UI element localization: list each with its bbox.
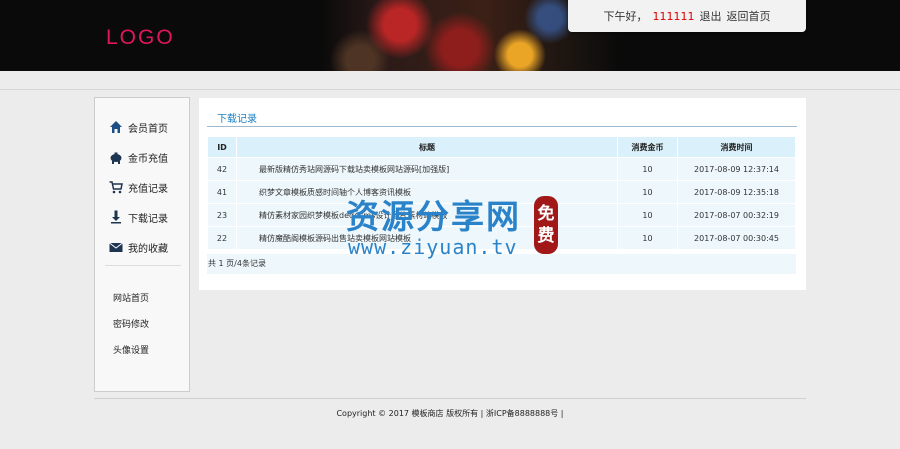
mail-icon xyxy=(109,240,123,254)
cell-time: 2017-08-09 12:37:14 xyxy=(677,157,796,181)
cell-coins: 10 xyxy=(617,226,678,250)
footer-copyright: Copyright © 2017 模板商店 版权所有 | 浙ICP备888888… xyxy=(336,409,564,418)
watermark-stamp-char: 费 xyxy=(537,226,555,246)
sidebar-link-site-home[interactable]: 网站首页 xyxy=(113,291,149,304)
sidebar-item-label: 充值记录 xyxy=(128,183,168,195)
back-home-link[interactable]: 返回首页 xyxy=(727,8,771,24)
cell-time: 2017-08-09 12:35:18 xyxy=(677,180,796,204)
cell-id: 23 xyxy=(207,203,237,227)
footer-divider xyxy=(94,398,806,399)
sidebar-divider xyxy=(105,265,181,266)
panel-title-divider xyxy=(207,126,797,127)
watermark-stamp: 免 费 xyxy=(534,196,558,254)
sidebar-item-label: 下载记录 xyxy=(128,213,168,225)
home-icon xyxy=(109,120,123,134)
sidebar-item-label: 金币充值 xyxy=(128,153,168,165)
cell-coins: 10 xyxy=(617,157,678,181)
column-header-time: 消费时间 xyxy=(677,136,796,158)
piggy-bank-icon xyxy=(109,150,123,164)
sidebar-link-avatar-settings[interactable]: 头像设置 xyxy=(113,343,149,356)
sidebar-item-coin-recharge[interactable]: 金币充值 xyxy=(109,148,168,166)
column-header-title: 标题 xyxy=(236,136,618,158)
cell-time: 2017-08-07 00:30:45 xyxy=(677,226,796,250)
table-header-row: ID 标题 消费金币 消费时间 xyxy=(207,136,796,158)
sidebar-item-favorites[interactable]: 我的收藏 xyxy=(109,238,168,256)
cell-coins: 10 xyxy=(617,203,678,227)
cell-title-link[interactable]: 最新版精仿秀站网源码下载站卖模板网站源码[加强版] xyxy=(236,157,618,181)
sidebar-item-download-records[interactable]: 下载记录 xyxy=(109,208,168,226)
sidebar-item-label: 会员首页 xyxy=(128,123,168,135)
cell-time: 2017-08-07 00:32:19 xyxy=(677,203,796,227)
greeting-text: 下午好， xyxy=(603,10,648,23)
panel-title: 下载记录 xyxy=(217,114,257,125)
column-header-id: ID xyxy=(207,136,237,158)
cell-id: 42 xyxy=(207,157,237,181)
sidebar-item-label: 我的收藏 xyxy=(128,243,168,255)
cell-id: 22 xyxy=(207,226,237,250)
site-logo[interactable]: LOGO xyxy=(106,26,175,50)
cell-coins: 10 xyxy=(617,180,678,204)
user-box: 下午好， 111111 退出 返回首页 xyxy=(568,0,806,32)
username: 111111 xyxy=(652,9,695,23)
download-icon xyxy=(109,210,123,224)
sidebar-item-member-home[interactable]: 会员首页 xyxy=(109,118,168,136)
watermark-text: 资源分享网 xyxy=(346,197,521,236)
sidebar-item-recharge-records[interactable]: 充值记录 xyxy=(109,178,168,196)
cart-icon xyxy=(109,180,123,194)
cell-id: 41 xyxy=(207,180,237,204)
watermark-url: www.ziyuan.tv xyxy=(348,235,518,259)
header-divider xyxy=(0,89,900,90)
logout-link[interactable]: 退出 xyxy=(700,8,722,24)
header: LOGO 下午好， 111111 退出 返回首页 xyxy=(0,0,900,71)
table-row: 42 最新版精仿秀站网源码下载站卖模板网站源码[加强版] 10 2017-08-… xyxy=(207,157,796,181)
watermark-stamp-char: 免 xyxy=(537,204,555,224)
sidebar-link-change-password[interactable]: 密码修改 xyxy=(113,317,149,330)
sidebar: 会员首页 金币充值 充值记录 下载记录 我的收藏 网站首页 密码修改 头像设置 xyxy=(94,97,190,392)
watermark: 资源分享网 www.ziyuan.tv 免 费 xyxy=(346,190,562,262)
column-header-coins: 消费金币 xyxy=(617,136,678,158)
